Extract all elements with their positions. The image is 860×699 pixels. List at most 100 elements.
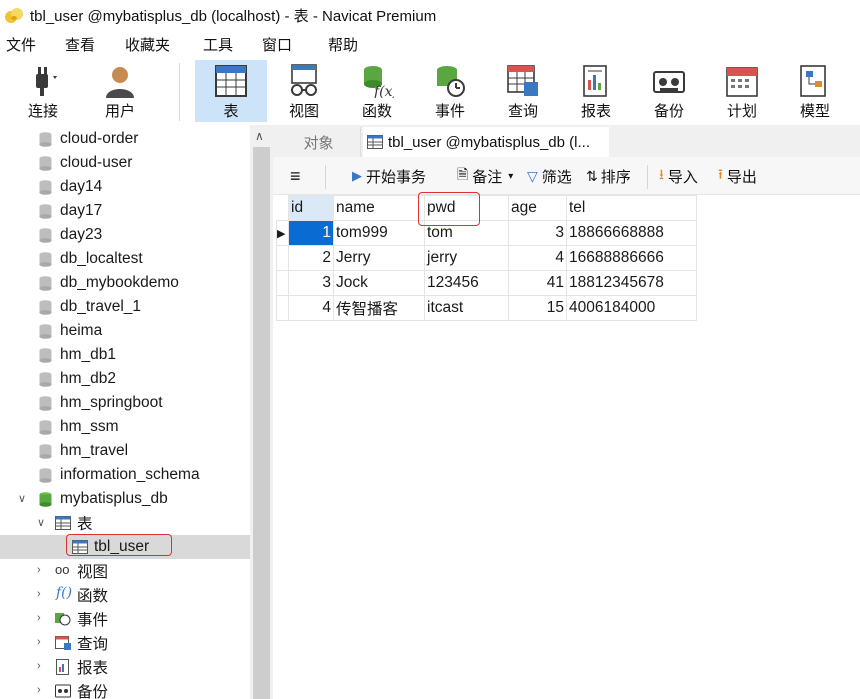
user-button[interactable]: 用户 <box>84 60 156 122</box>
sort-button[interactable]: ⇅ 排序 <box>586 165 631 187</box>
tree-group-events[interactable]: › 事件 <box>0 607 250 631</box>
scroll-up-icon[interactable]: ∧ <box>255 129 264 143</box>
chevron-right-icon[interactable]: › <box>37 660 41 672</box>
menu-tools[interactable]: 工具 <box>203 34 233 55</box>
scrollbar-thumb[interactable] <box>253 147 270 699</box>
note-icon: 🗎 <box>457 166 469 182</box>
cell-name[interactable]: Jerry <box>333 245 425 271</box>
column-header-tel[interactable]: tel <box>566 195 697 221</box>
query-icon <box>507 65 538 96</box>
import-button[interactable]: ⭳ 导入 <box>659 165 698 187</box>
tree-scrollbar[interactable]: ∧ <box>250 125 273 699</box>
chevron-right-icon[interactable]: › <box>37 588 41 600</box>
tree-item-open-db[interactable]: ∨ mybatisplus_db <box>0 487 250 511</box>
tree-item-db[interactable]: day23 <box>0 223 250 247</box>
tree-group-functions[interactable]: › f() 函数 <box>0 583 250 607</box>
tree-item-db[interactable]: cloud-order <box>0 127 250 151</box>
tree-item-db[interactable]: hm_travel <box>0 439 250 463</box>
menu-view[interactable]: 查看 <box>65 34 95 55</box>
tree-item-db[interactable]: day14 <box>0 175 250 199</box>
chevron-down-icon[interactable]: ∨ <box>37 516 45 529</box>
tree-item-label: day14 <box>60 178 103 195</box>
tree-item-db[interactable]: heima <box>0 319 250 343</box>
table-row[interactable]: 2 Jerry jerry 4 16688886666 <box>276 245 697 271</box>
function-button[interactable]: f(x) 函数 <box>341 60 413 122</box>
filter-button[interactable]: ▽ 筛选 <box>527 165 572 187</box>
tree-group-reports[interactable]: › 报表 <box>0 655 250 679</box>
menu-favorites[interactable]: 收藏夹 <box>125 34 170 55</box>
table-row[interactable]: ▶ 1 tom999 tom 3 18866668888 <box>276 220 697 246</box>
query-button[interactable]: 查询 <box>487 60 559 122</box>
report-button[interactable]: 报表 <box>560 60 632 122</box>
column-header-name[interactable]: name <box>333 195 425 221</box>
table-row[interactable]: 3 Jock 123456 41 18812345678 <box>276 270 697 296</box>
chevron-right-icon[interactable]: › <box>37 612 41 624</box>
cell-id[interactable]: 1 <box>288 220 334 246</box>
tab-objects[interactable]: 对象 <box>277 127 361 157</box>
table-row[interactable]: 4 传智播客 itcast 15 4006184000 <box>276 295 697 321</box>
dropdown-arrow-icon[interactable]: ▾ <box>508 171 513 182</box>
schedule-button[interactable]: 计划 <box>706 60 778 122</box>
tree-item-db[interactable]: cloud-user <box>0 151 250 175</box>
hamburger-menu-icon[interactable]: ≡ <box>290 165 301 187</box>
tree-item-label: day17 <box>60 202 103 219</box>
cell-pwd[interactable]: itcast <box>424 295 509 321</box>
backup-icon <box>653 71 685 93</box>
tree-item-db[interactable]: db_localtest <box>0 247 250 271</box>
cell-name[interactable]: tom999 <box>333 220 425 246</box>
cell-age[interactable]: 4 <box>508 245 567 271</box>
model-button[interactable]: 模型 <box>779 60 851 122</box>
cell-age[interactable]: 3 <box>508 220 567 246</box>
cell-age[interactable]: 15 <box>508 295 567 321</box>
tree-item-db[interactable]: hm_db1 <box>0 343 250 367</box>
tree-item-db[interactable]: information_schema <box>0 463 250 487</box>
tree-group-views[interactable]: › oo 视图 <box>0 559 250 583</box>
tree-item-db[interactable]: hm_db2 <box>0 367 250 391</box>
connect-button[interactable]: 连接 <box>7 60 79 122</box>
report-label: 报表 <box>580 103 611 120</box>
tree-item-db[interactable]: hm_ssm <box>0 415 250 439</box>
toolbar-divider <box>179 63 180 121</box>
database-icon <box>39 372 52 387</box>
cell-tel[interactable]: 18812345678 <box>566 270 697 296</box>
chevron-down-icon[interactable]: ∨ <box>18 492 26 505</box>
tree-item-label: hm_ssm <box>60 418 119 435</box>
tree-item-db[interactable]: db_travel_1 <box>0 295 250 319</box>
cell-pwd[interactable]: jerry <box>424 245 509 271</box>
cell-tel[interactable]: 18866668888 <box>566 220 697 246</box>
chevron-right-icon[interactable]: › <box>37 636 41 648</box>
menu-window[interactable]: 窗口 <box>262 34 292 55</box>
note-button[interactable]: 🗎 备注 ▾ <box>457 165 513 187</box>
column-header-id[interactable]: id <box>288 195 334 221</box>
cell-name[interactable]: Jock <box>333 270 425 296</box>
cell-name[interactable]: 传智播客 <box>333 295 425 321</box>
toolbar-divider <box>325 165 326 189</box>
tree-item-db[interactable]: day17 <box>0 199 250 223</box>
tree-group-queries[interactable]: › 查询 <box>0 631 250 655</box>
grid-header-row: id name pwd age tel <box>276 195 697 221</box>
tree-item-label: cloud-user <box>60 154 133 171</box>
cell-id[interactable]: 4 <box>288 295 334 321</box>
tab-tbl-user[interactable]: tbl_user @mybatisplus_db (l... <box>363 127 609 157</box>
cell-id[interactable]: 2 <box>288 245 334 271</box>
cell-tel[interactable]: 4006184000 <box>566 295 697 321</box>
menu-help[interactable]: 帮助 <box>328 34 358 55</box>
view-button[interactable]: 视图 <box>268 60 340 122</box>
menu-file[interactable]: 文件 <box>6 34 36 55</box>
cell-age[interactable]: 41 <box>508 270 567 296</box>
column-header-age[interactable]: age <box>508 195 567 221</box>
tree-group-tables[interactable]: ∨ 表 <box>0 511 250 535</box>
table-button[interactable]: 表 <box>195 60 267 122</box>
begin-transaction-button[interactable]: ▶ 开始事务 <box>352 165 426 187</box>
backup-button[interactable]: 备份 <box>633 60 705 122</box>
export-button[interactable]: ⭱ 导出 <box>718 165 757 187</box>
tree-item-db[interactable]: hm_springboot <box>0 391 250 415</box>
cell-tel[interactable]: 16688886666 <box>566 245 697 271</box>
cell-id[interactable]: 3 <box>288 270 334 296</box>
chevron-right-icon[interactable]: › <box>37 564 41 576</box>
tree-item-db[interactable]: db_mybookdemo <box>0 271 250 295</box>
cell-pwd[interactable]: 123456 <box>424 270 509 296</box>
tree-group-backups[interactable]: › 备份 <box>0 679 250 699</box>
chevron-right-icon[interactable]: › <box>37 684 41 696</box>
event-button[interactable]: 事件 <box>414 60 486 122</box>
